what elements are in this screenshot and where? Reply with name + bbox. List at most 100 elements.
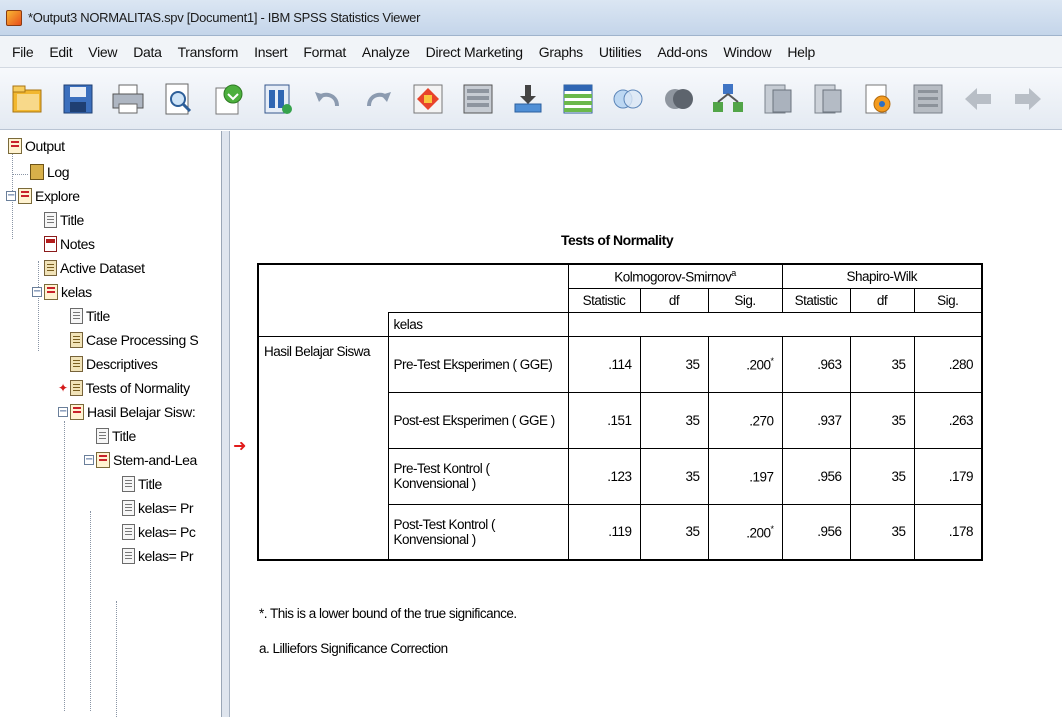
goto-data-button[interactable] (410, 79, 446, 119)
tree-node-kelas-pre-2[interactable]: kelas= Pr (122, 545, 194, 567)
goto-data-icon (413, 84, 443, 113)
hasil-book-icon (70, 404, 84, 420)
log-icon (30, 164, 44, 180)
tree-node-case-processing[interactable]: Case Processing S (70, 329, 199, 351)
tree-node-kelas-pre[interactable]: kelas= Pr (122, 497, 194, 519)
menu-view[interactable]: View (80, 40, 125, 64)
tree-node-hasil-belajar[interactable]: − Hasil Belajar Sisw: (58, 401, 196, 423)
insert-output-button[interactable] (860, 79, 896, 119)
tests-of-normality-table[interactable]: Kolmogorov-Smirnova Shapiro-Wilk Statist… (257, 263, 983, 561)
menu-transform[interactable]: Transform (170, 40, 247, 64)
col-sig: Sig. (707, 287, 783, 313)
cell-sw-df: 35 (849, 391, 915, 449)
tree-node-title[interactable]: Title (44, 209, 84, 231)
cell-sw-sig: .178 (913, 503, 983, 561)
menu-insert[interactable]: Insert (246, 40, 295, 64)
select-output-icon (764, 84, 792, 113)
tree-node-stem-and-leaf[interactable]: − Stem-and-Lea (84, 449, 197, 471)
tree-node-explore[interactable]: − Explore (6, 185, 80, 207)
tree-node-title[interactable]: Title (122, 473, 162, 495)
variables-icon (563, 84, 593, 113)
col-statistic: Statistic (567, 287, 641, 313)
menu-edit[interactable]: Edit (41, 40, 80, 64)
menu-window[interactable]: Window (715, 40, 779, 64)
output-book-icon (8, 138, 22, 154)
tree-node-title[interactable]: Title (96, 425, 136, 447)
tree-node-title[interactable]: Title (70, 305, 110, 327)
export-button[interactable] (210, 79, 246, 119)
row-kelas: Post-est Eksperimen ( GGE ) (387, 391, 569, 449)
menu-graphs[interactable]: Graphs (531, 40, 591, 64)
script-icon (913, 84, 943, 113)
tree-node-output[interactable]: Output (8, 135, 65, 157)
menu-format[interactable]: Format (295, 40, 354, 64)
menu-file[interactable]: File (4, 40, 41, 64)
demote-button[interactable] (1010, 79, 1046, 119)
menu-analyze[interactable]: Analyze (354, 40, 418, 64)
goto-case-button[interactable] (460, 79, 496, 119)
tree-line (64, 421, 65, 711)
designate-window-button[interactable] (710, 79, 746, 119)
pane-splitter[interactable] (222, 131, 230, 717)
script-button[interactable] (910, 79, 946, 119)
window-title: *Output3 NORMALITAS.spv [Document1] - IB… (28, 10, 421, 25)
col-statistic: Statistic (781, 287, 851, 313)
recall-dialog-button[interactable] (260, 79, 296, 119)
doc-icon (122, 524, 135, 540)
cell-ks-sig: .270 (707, 391, 783, 449)
undo-button[interactable] (310, 79, 346, 119)
doc-icon (122, 548, 135, 564)
tree-node-active-dataset[interactable]: Active Dataset (44, 257, 145, 279)
collapse-icon[interactable]: − (32, 287, 42, 297)
tree-node-descriptives[interactable]: Descriptives (70, 353, 158, 375)
open-file-button[interactable] (10, 79, 46, 119)
cell-sw-statistic: .956 (781, 447, 851, 505)
menu-direct-marketing[interactable]: Direct Marketing (418, 40, 531, 64)
table-corner (257, 263, 569, 312)
title-doc-icon (44, 212, 57, 228)
menu-help[interactable]: Help (779, 40, 823, 64)
variables-button[interactable] (560, 79, 596, 119)
toolbar (0, 68, 1062, 130)
row-kelas: Pre-Test Eksperimen ( GGE) (387, 335, 569, 393)
select-last-output-button[interactable] (810, 79, 846, 119)
goto-variable-button[interactable] (510, 79, 546, 119)
tree-node-kelas[interactable]: − kelas (32, 281, 92, 303)
save-button[interactable] (60, 79, 96, 119)
tree-line (90, 511, 91, 711)
show-all-variables-button[interactable] (660, 79, 696, 119)
menu-bar: File Edit View Data Transform Insert For… (0, 36, 1062, 68)
header-kolmogorov-smirnov: Kolmogorov-Smirnova (567, 263, 783, 289)
cell-sw-sig: .263 (913, 391, 983, 449)
tree-node-notes[interactable]: Notes (44, 233, 95, 255)
collapse-icon[interactable]: − (6, 191, 16, 201)
cell-ks-df: 35 (639, 335, 709, 393)
tree-line (12, 174, 28, 175)
cell-sw-sig: .179 (913, 447, 983, 505)
tree-node-tests-of-normality[interactable]: ✦ Tests of Normality (58, 377, 190, 399)
menu-add-ons[interactable]: Add-ons (649, 40, 715, 64)
print-button[interactable] (110, 79, 146, 119)
print-preview-button[interactable] (160, 79, 196, 119)
row-kelas: Pre-Test Kontrol ( Konvensional ) (387, 447, 569, 505)
notes-icon (44, 236, 57, 252)
select-output-button[interactable] (760, 79, 796, 119)
table-icon (70, 332, 83, 348)
collapse-icon[interactable]: − (84, 455, 94, 465)
dialog-recall-icon (264, 84, 292, 114)
row-kelas: Post-Test Kontrol ( Konvensional ) (387, 503, 569, 561)
tree-node-log[interactable]: Log (30, 161, 70, 183)
menu-utilities[interactable]: Utilities (591, 40, 649, 64)
collapse-icon[interactable]: − (58, 407, 68, 417)
header-shapiro-wilk: Shapiro-Wilk (781, 263, 983, 289)
cell-sw-statistic: .937 (781, 391, 851, 449)
row-header-blank (257, 312, 389, 337)
promote-button[interactable] (960, 79, 996, 119)
tree-node-kelas-post[interactable]: kelas= Pc (122, 521, 196, 543)
show-variables-icon (665, 88, 693, 109)
use-sets-button[interactable] (610, 79, 646, 119)
tree-line (116, 601, 117, 717)
redo-button[interactable] (360, 79, 396, 119)
menu-data[interactable]: Data (125, 40, 169, 64)
title-doc-icon (70, 308, 83, 324)
